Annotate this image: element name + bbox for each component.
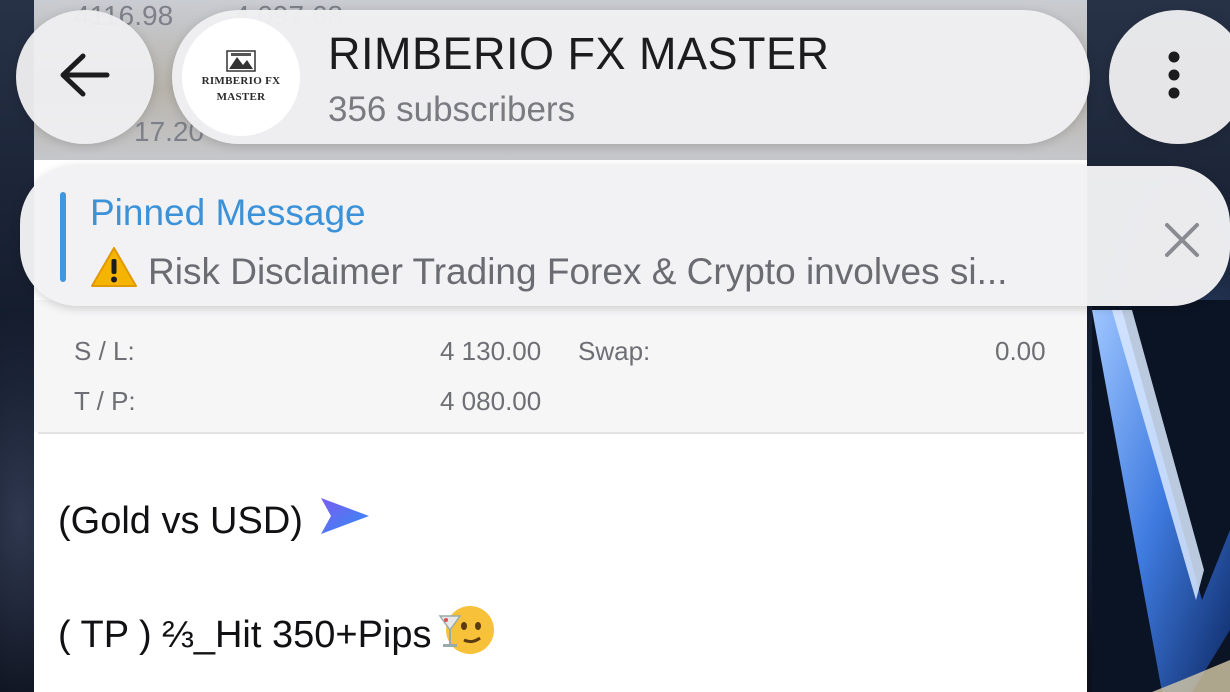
pinned-message-label: Pinned Message — [90, 192, 366, 233]
subscriber-count: 356 subscribers — [328, 90, 576, 129]
face-with-drink-emoji-icon — [438, 604, 496, 666]
divider — [38, 432, 1084, 434]
pinned-message-bar[interactable]: Pinned Message Risk Disclaimer Trading F… — [20, 166, 1230, 306]
pinned-message-preview: Risk Disclaimer Trading Forex & Crypto i… — [90, 246, 1007, 297]
message-text-1: (Gold vs USD) — [58, 499, 303, 542]
avatar-logo-text: RIMBERIO FX MASTER — [201, 75, 281, 103]
channel-header[interactable]: RIMBERIO FX MASTER RIMBERIO FX MASTER 35… — [172, 10, 1090, 144]
arrow-right-emoji-icon — [319, 496, 371, 546]
message-text-2: ( TP ) ⅔_Hit 350+Pips — [58, 613, 432, 656]
channel-title: RIMBERIO FX MASTER — [328, 28, 830, 79]
sl-value: 4 130.00 — [440, 336, 542, 366]
wallpaper-v-shape — [1092, 300, 1230, 692]
swap-value: 0.00 — [995, 336, 1046, 366]
warning-icon — [90, 246, 138, 297]
message-line-1: (Gold vs USD) — [58, 496, 371, 546]
tp-value: 4 080.00 — [440, 386, 542, 416]
avatar-logo-icon — [226, 50, 256, 72]
message-line-2: ( TP ) ⅔_Hit 350+Pips — [58, 604, 496, 666]
more-vertical-icon — [1167, 50, 1181, 105]
back-arrow-icon — [59, 53, 111, 102]
tp-label: T / P: — [74, 386, 136, 416]
back-button[interactable] — [16, 10, 154, 144]
swap-label: Swap: — [578, 336, 651, 366]
channel-avatar[interactable]: RIMBERIO FX MASTER — [182, 18, 300, 136]
sl-label: S / L: — [74, 336, 135, 366]
close-icon[interactable] — [1162, 220, 1202, 260]
pinned-preview-text: Risk Disclaimer Trading Forex & Crypto i… — [148, 250, 1008, 292]
pinned-accent-bar — [60, 192, 66, 282]
trade-details-table: S / L: 4 130.00 Swap: 0.00 T / P: 4 080.… — [34, 300, 1087, 432]
